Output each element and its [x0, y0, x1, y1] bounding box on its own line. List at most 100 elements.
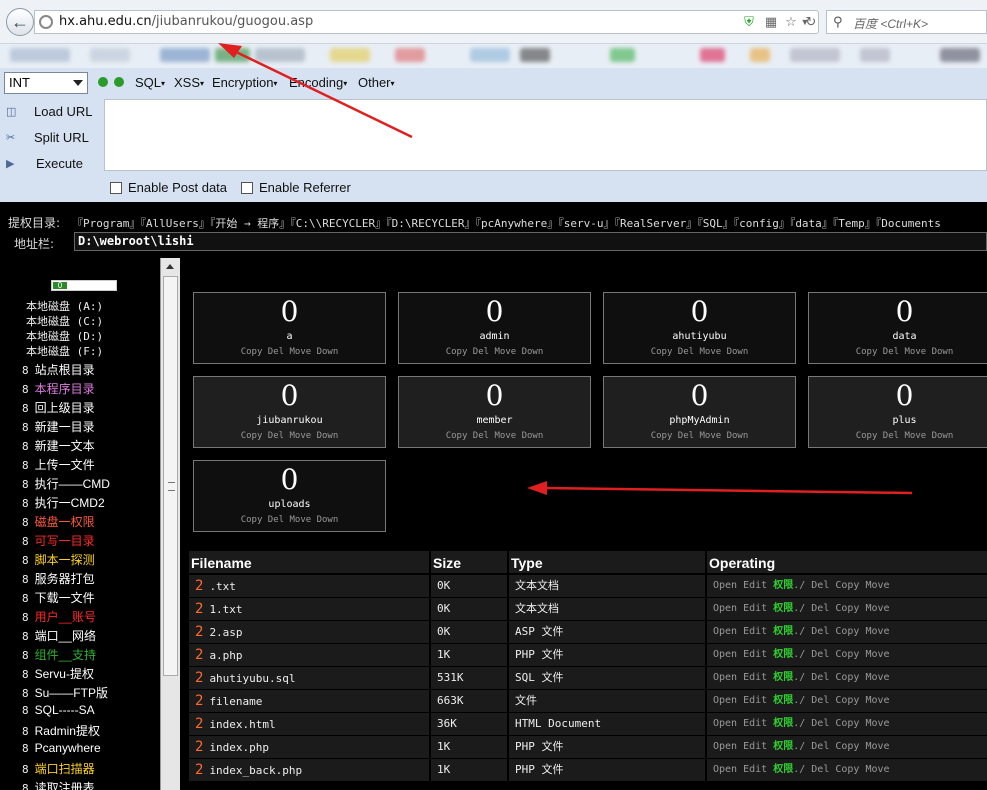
sidebar-item[interactable]: 8 Su——FTP版 — [22, 684, 108, 701]
sidebar-item[interactable]: 8 下载一文件 — [22, 589, 95, 606]
file-ops-cell[interactable]: Open Edit 权限./ Del Copy Move — [707, 644, 987, 666]
folder-name[interactable]: admin — [399, 331, 590, 342]
shield-icon[interactable]: ⛨ — [741, 14, 757, 30]
folder-actions[interactable]: Copy Del Move Down — [809, 347, 987, 357]
menu-encryption[interactable]: Encryption▾ — [212, 75, 277, 90]
sidebar-item[interactable]: 8 站点根目录 — [22, 361, 95, 378]
file-ops-cell[interactable]: Open Edit 权限./ Del Copy Move — [707, 575, 987, 597]
sidebar-item[interactable]: 8 读取注册表 — [22, 779, 95, 790]
file-ops-cell[interactable]: Open Edit 权限./ Del Copy Move — [707, 667, 987, 689]
file-name-cell[interactable]: 2 a.php — [189, 644, 429, 666]
sidebar-item[interactable]: 8 端口__网络 — [22, 627, 96, 644]
sidebar-item[interactable]: 8 端口扫描器 — [22, 760, 95, 777]
back-button[interactable]: ← — [6, 8, 34, 36]
sidebar-item[interactable]: 8 用户__账号 — [22, 608, 96, 625]
split-url-button[interactable]: ✂ Split URL — [0, 128, 100, 150]
menu-encoding[interactable]: Encoding▾ — [289, 75, 347, 90]
folder-name[interactable]: ahutiyubu — [604, 331, 795, 342]
sidebar-item[interactable]: 8 上传一文件 — [22, 456, 95, 473]
folder-tile[interactable]: 0 ahutiyubu Copy Del Move Down — [603, 292, 796, 364]
file-name-cell[interactable]: 2 1.txt — [189, 598, 429, 620]
scroll-thumb[interactable] — [163, 276, 178, 676]
file-ops-cell[interactable]: Open Edit 权限./ Del Copy Move — [707, 621, 987, 643]
folder-tile[interactable]: 0 jiubanrukou Copy Del Move Down — [193, 376, 386, 448]
file-name-cell[interactable]: 2 ahutiyubu.sql — [189, 667, 429, 689]
folder-tile[interactable]: 0 data Copy Del Move Down — [808, 292, 987, 364]
drive-a[interactable]: 本地磁盘 (A:) — [26, 298, 103, 314]
folder-name[interactable]: jiubanrukou — [194, 415, 385, 426]
folder-tile[interactable]: 0 admin Copy Del Move Down — [398, 292, 591, 364]
file-ops-cell[interactable]: Open Edit 权限./ Del Copy Move — [707, 690, 987, 712]
reload-icon[interactable]: ↻ — [803, 14, 819, 30]
folder-actions[interactable]: Copy Del Move Down — [194, 431, 385, 441]
sidebar-item[interactable]: 8 Servu-提权 — [22, 665, 94, 682]
folder-actions[interactable]: Copy Del Move Down — [399, 431, 590, 441]
sidebar-item[interactable]: 8 Radmin提权 — [22, 722, 100, 739]
sidebar-item[interactable]: 8 本程序目录 — [22, 380, 95, 397]
sidebar-item[interactable]: 8 Pcanywhere — [22, 741, 101, 755]
sidebar-item[interactable]: 8 脚本一探测 — [22, 551, 95, 568]
minus-icon[interactable] — [98, 77, 108, 87]
plus-icon[interactable] — [114, 77, 124, 87]
drive-d[interactable]: 本地磁盘 (D:) — [26, 328, 103, 344]
menu-other[interactable]: Other▾ — [358, 75, 395, 90]
folder-tile[interactable]: 0 member Copy Del Move Down — [398, 376, 591, 448]
sidebar-item[interactable]: 8 磁盘一权限 — [22, 513, 95, 530]
drive-c[interactable]: 本地磁盘 (C:) — [26, 313, 103, 329]
sidebar-item[interactable]: 8 SQL-----SA — [22, 703, 95, 717]
folder-tile[interactable]: 0 phpMyAdmin Copy Del Move Down — [603, 376, 796, 448]
sidebar-item[interactable]: 8 回上级目录 — [22, 399, 95, 416]
load-url-button[interactable]: ◫ Load URL — [0, 102, 100, 124]
file-name-cell[interactable]: 2 index.html — [189, 713, 429, 735]
file-name-cell[interactable]: 2 index.php — [189, 736, 429, 758]
file-ops-cell[interactable]: Open Edit 权限./ Del Copy Move — [707, 713, 987, 735]
folder-tile[interactable]: 0 uploads Copy Del Move Down — [193, 460, 386, 532]
folder-actions[interactable]: Copy Del Move Down — [604, 431, 795, 441]
file-name-cell[interactable]: 2 2.asp — [189, 621, 429, 643]
address-bar[interactable]: hx.ahu.edu.cn/jiubanrukou/guogou.asp ⛨ ▦… — [34, 10, 819, 34]
sidebar-item[interactable]: 8 可写一目录 — [22, 532, 95, 549]
scroll-up-icon[interactable] — [166, 264, 174, 269]
post-data-checkbox[interactable]: Enable Post data — [110, 180, 227, 195]
qrcode-icon[interactable]: ▦ — [763, 14, 779, 30]
menu-xss[interactable]: XSS▾ — [174, 75, 204, 90]
folder-name[interactable]: uploads — [194, 499, 385, 510]
file-name-cell[interactable]: 2 filename — [189, 690, 429, 712]
folder-name[interactable]: data — [809, 331, 987, 342]
execute-button[interactable]: ▶ Execute — [0, 154, 100, 176]
folder-actions[interactable]: Copy Del Move Down — [194, 515, 385, 525]
referrer-checkbox[interactable]: Enable Referrer — [241, 180, 351, 195]
sidebar-item[interactable]: 8 组件__支持 — [22, 646, 96, 663]
type-select[interactable]: INT — [4, 72, 88, 94]
sidebar-item[interactable]: 8 服务器打包 — [22, 570, 95, 587]
folder-actions[interactable]: Copy Del Move Down — [399, 347, 590, 357]
priv-dirs-links[interactable]: 『Program』『AllUsers』『开始 → 程序』『C:\\RECYCLE… — [72, 215, 941, 231]
file-name-cell[interactable]: 2 .txt — [189, 575, 429, 597]
menu-sql[interactable]: SQL▾ — [135, 75, 165, 90]
folder-tile[interactable]: 0 a Copy Del Move Down — [193, 292, 386, 364]
file-ops-cell[interactable]: Open Edit 权限./ Del Copy Move — [707, 736, 987, 758]
file-ops-cell[interactable]: Open Edit 权限./ Del Copy Move — [707, 759, 987, 781]
folder-actions[interactable]: Copy Del Move Down — [809, 431, 987, 441]
drive-f[interactable]: 本地磁盘 (F:) — [26, 343, 103, 359]
sidebar-item[interactable]: 8 执行——CMD — [22, 475, 110, 492]
folder-count: 0 — [690, 379, 709, 412]
scrollbar[interactable] — [160, 258, 180, 790]
hackbar-textarea[interactable] — [104, 99, 987, 171]
sidebar-item[interactable]: 8 新建一目录 — [22, 418, 95, 435]
folder-name[interactable]: member — [399, 415, 590, 426]
folder-actions[interactable]: Copy Del Move Down — [604, 347, 795, 357]
folder-name[interactable]: plus — [809, 415, 987, 426]
folder-name[interactable]: a — [194, 331, 385, 342]
sidebar-item[interactable]: 8 执行一CMD2 — [22, 494, 105, 511]
folder-tile[interactable]: 0 plus Copy Del Move Down — [808, 376, 987, 448]
file-ops-cell[interactable]: Open Edit 权限./ Del Copy Move — [707, 598, 987, 620]
file-name-cell[interactable]: 2 index_back.php — [189, 759, 429, 781]
load-icon: ◫ — [6, 106, 17, 118]
folder-name[interactable]: phpMyAdmin — [604, 415, 795, 426]
search-input[interactable]: ⚲ 百度 <Ctrl+K> — [826, 10, 987, 34]
folder-actions[interactable]: Copy Del Move Down — [194, 347, 385, 357]
file-size-cell: 0K — [431, 575, 507, 597]
path-input[interactable]: D:\webroot\lishi — [74, 232, 987, 251]
sidebar-item[interactable]: 8 新建一文本 — [22, 437, 95, 454]
